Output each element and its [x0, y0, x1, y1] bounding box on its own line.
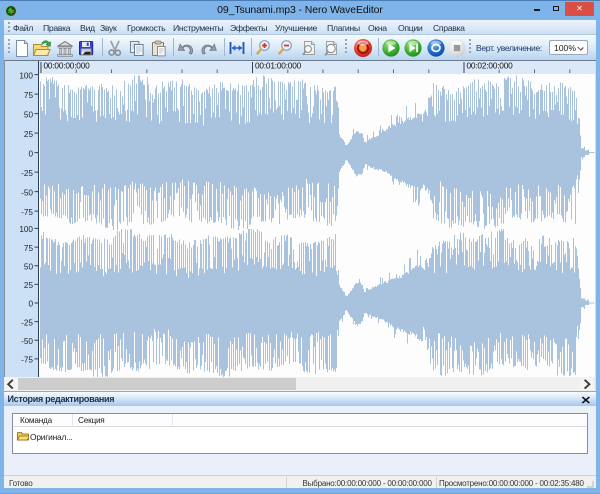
svg-text:00:01:00:000: 00:01:00:000 — [255, 61, 302, 71]
svg-text:-25: -25 — [21, 318, 33, 327]
svg-text:-50: -50 — [21, 188, 33, 197]
svg-text:25: 25 — [24, 130, 34, 139]
svg-text:100: 100 — [19, 225, 33, 234]
svg-text:50: 50 — [24, 262, 34, 271]
svg-text:75: 75 — [24, 244, 34, 253]
svg-text:-25: -25 — [21, 169, 33, 178]
svg-text:0: 0 — [28, 300, 33, 309]
svg-text:75: 75 — [24, 91, 34, 100]
svg-text:00:02:00:000: 00:02:00:000 — [467, 61, 514, 71]
svg-text:25: 25 — [24, 281, 34, 290]
svg-text:-50: -50 — [21, 337, 33, 346]
svg-text:100: 100 — [19, 71, 33, 80]
svg-text:-75: -75 — [21, 208, 33, 217]
svg-text:0: 0 — [28, 149, 33, 158]
svg-text:50: 50 — [24, 110, 34, 119]
svg-text:00:00:00:000: 00:00:00:000 — [44, 61, 91, 71]
svg-text:-75: -75 — [21, 356, 33, 365]
